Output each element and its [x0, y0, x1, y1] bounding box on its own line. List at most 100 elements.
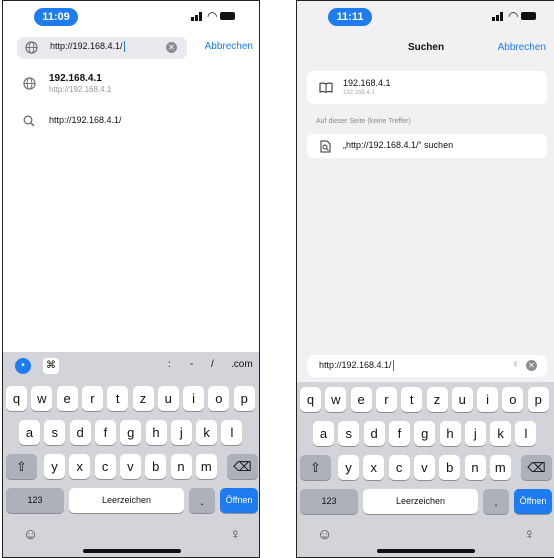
key-colon[interactable]: : [168, 359, 171, 370]
keyboard-toolbar: • ⌘ : - / .com [3, 352, 259, 380]
status-icons: ◠ [492, 9, 536, 23]
address-bar[interactable]: http://192.168.4.1/ ✕ [17, 37, 187, 59]
numbers-key[interactable]: 123 [300, 489, 358, 514]
key-r[interactable]: r [81, 386, 103, 411]
microphone-icon[interactable]: ♀ [230, 526, 241, 543]
key-d[interactable]: d [69, 420, 91, 445]
signal-icon [492, 17, 495, 21]
key-p[interactable]: p [527, 387, 549, 412]
key-k[interactable]: k [196, 420, 218, 445]
period-key[interactable]: . [189, 488, 215, 513]
key-l[interactable]: l [221, 420, 243, 445]
key-c[interactable]: c [388, 455, 410, 480]
microphone-icon[interactable]: ♀ [512, 359, 520, 370]
address-bar[interactable]: http://192.168.4.1/ ♀ ✕ [307, 355, 547, 377]
keyboard: q w e r t z u i o p a s d f g h j k l ⇧ y x c v b n m ⌫ 123 Leerzeich… [297, 382, 554, 557]
signal-bar [500, 12, 503, 21]
key-k[interactable]: k [490, 421, 512, 446]
suggestion-item[interactable]: 192.168.4.1 http://192.168.4.1 [23, 73, 243, 99]
key-h[interactable]: h [439, 421, 461, 446]
key-y[interactable]: y [338, 455, 359, 480]
key-o[interactable]: o [208, 386, 230, 411]
key-a[interactable]: a [313, 421, 334, 446]
address-input[interactable]: http://192.168.4.1/ [319, 360, 394, 372]
key-q[interactable]: q [6, 386, 27, 411]
key-g[interactable]: g [120, 420, 142, 445]
key-z[interactable]: z [132, 386, 154, 411]
key-dotcom[interactable]: .com [231, 359, 253, 370]
section-label: Auf dieser Seite (keine Treffer) [316, 118, 411, 125]
globe-icon [25, 41, 38, 54]
dictation-icon[interactable]: • [15, 358, 31, 374]
cancel-button[interactable]: Abbrechen [498, 42, 546, 53]
key-s[interactable]: s [338, 421, 360, 446]
key-s[interactable]: s [44, 420, 66, 445]
key-a[interactable]: a [19, 420, 40, 445]
key-x[interactable]: x [363, 455, 385, 480]
key-j[interactable]: j [170, 420, 192, 445]
key-z[interactable]: z [426, 387, 448, 412]
go-key[interactable]: Öffnen [514, 489, 552, 514]
key-u[interactable]: u [451, 387, 473, 412]
suggestion-title: 192.168.4.1 [49, 73, 102, 84]
key-hyphen[interactable]: - [190, 359, 193, 370]
key-l[interactable]: l [515, 421, 537, 446]
key-m[interactable]: m [195, 454, 217, 479]
go-key[interactable]: Öffnen [220, 488, 258, 513]
key-w[interactable]: w [31, 386, 53, 411]
key-t[interactable]: t [401, 387, 423, 412]
clear-icon[interactable]: ✕ [526, 360, 537, 371]
key-i[interactable]: i [477, 387, 499, 412]
bookmark-item[interactable]: 192.168.4.1 192.168.4.1 [307, 71, 547, 104]
key-w[interactable]: w [325, 387, 347, 412]
key-v[interactable]: v [119, 454, 141, 479]
key-v[interactable]: v [413, 455, 435, 480]
key-c[interactable]: c [94, 454, 116, 479]
key-r[interactable]: r [375, 387, 397, 412]
key-y[interactable]: y [44, 454, 65, 479]
emoji-icon[interactable]: ☺ [317, 526, 332, 543]
microphone-icon[interactable]: ♀ [524, 526, 535, 543]
numbers-key[interactable]: 123 [6, 488, 64, 513]
key-slash[interactable]: / [211, 359, 214, 370]
clear-icon[interactable]: ✕ [166, 42, 177, 53]
key-b[interactable]: b [145, 454, 167, 479]
backspace-key[interactable]: ⌫ [227, 454, 258, 479]
key-f[interactable]: f [388, 421, 410, 446]
key-t[interactable]: t [107, 386, 129, 411]
shift-key[interactable]: ⇧ [6, 454, 37, 479]
cancel-button[interactable]: Abbrechen [205, 41, 253, 52]
key-h[interactable]: h [145, 420, 167, 445]
key-b[interactable]: b [439, 455, 461, 480]
find-on-page-item[interactable]: „http://192.168.4.1/“ suchen [307, 134, 547, 158]
key-j[interactable]: j [464, 421, 486, 446]
battery-icon [521, 12, 536, 20]
space-key[interactable]: Leerzeichen [69, 488, 184, 513]
emoji-icon[interactable]: ☺ [23, 526, 38, 543]
wifi-icon: ◠ [207, 9, 218, 23]
status-icons: ◠ [191, 9, 235, 23]
key-f[interactable]: f [94, 420, 116, 445]
key-d[interactable]: d [363, 421, 385, 446]
keyboard: • ⌘ : - / .com q w e r t z u i o p a s d f g h j k l ⇧ y x c v b… [3, 352, 259, 557]
key-n[interactable]: n [464, 455, 486, 480]
key-x[interactable]: x [69, 454, 91, 479]
bookmark-title: 192.168.4.1 [343, 78, 391, 88]
key-u[interactable]: u [157, 386, 179, 411]
key-e[interactable]: e [56, 386, 78, 411]
period-key[interactable]: . [483, 489, 509, 514]
key-q[interactable]: q [300, 387, 321, 412]
search-suggestion-item[interactable]: http://192.168.4.1/ [23, 111, 243, 137]
key-g[interactable]: g [414, 421, 436, 446]
key-p[interactable]: p [233, 386, 255, 411]
key-n[interactable]: n [170, 454, 192, 479]
address-input[interactable]: http://192.168.4.1/ [50, 41, 125, 53]
key-i[interactable]: i [183, 386, 205, 411]
key-e[interactable]: e [350, 387, 372, 412]
shift-key[interactable]: ⇧ [300, 455, 331, 480]
scan-text-icon[interactable]: ⌘ [43, 358, 59, 374]
backspace-key[interactable]: ⌫ [521, 455, 552, 480]
key-m[interactable]: m [489, 455, 511, 480]
space-key[interactable]: Leerzeichen [363, 489, 478, 514]
key-o[interactable]: o [502, 387, 524, 412]
